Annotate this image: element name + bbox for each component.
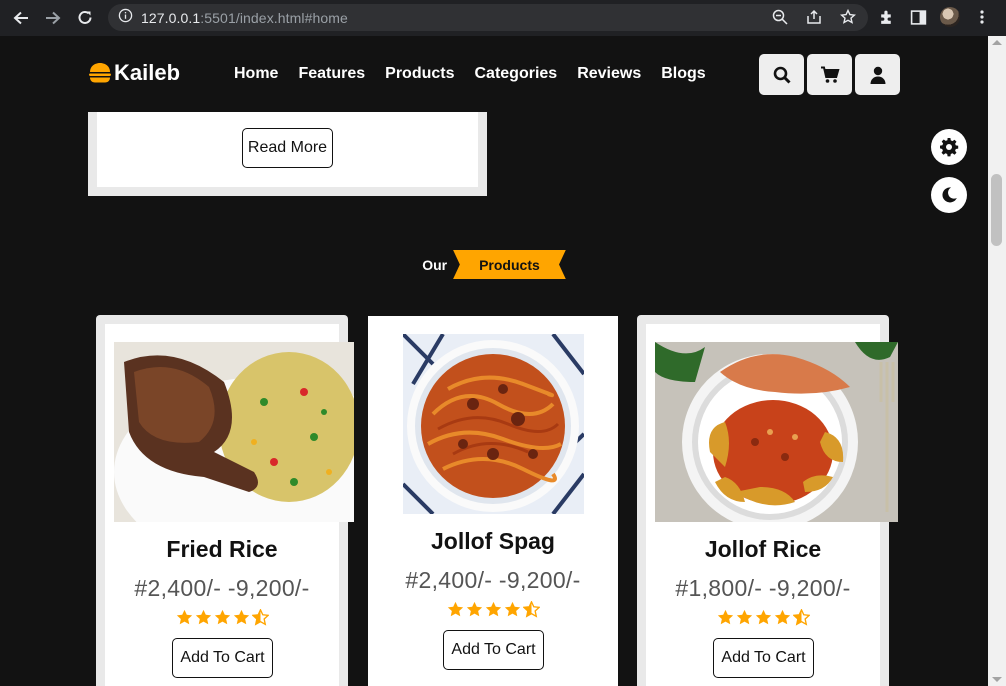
- url-text: 127.0.0.1:5501/index.html#home: [141, 10, 348, 26]
- star-icon: [755, 609, 771, 625]
- scroll-up-icon[interactable]: [992, 40, 1002, 45]
- scroll-down-icon[interactable]: [992, 677, 1002, 682]
- info-icon[interactable]: [118, 8, 133, 28]
- address-bar[interactable]: 127.0.0.1:5501/index.html#home: [108, 4, 868, 31]
- product-rating: [646, 609, 880, 626]
- url-path: :5501/index.html#home: [200, 9, 348, 26]
- add-to-cart-button[interactable]: Add To Cart: [713, 638, 814, 678]
- url-host: 127.0.0.1: [141, 9, 201, 26]
- heading-prefix: Our: [422, 256, 448, 273]
- star-icon: [774, 609, 790, 625]
- bookmark-star-icon[interactable]: [838, 7, 858, 27]
- star-icon: [466, 601, 482, 617]
- cart-button[interactable]: [807, 54, 852, 95]
- read-more-button[interactable]: Read More: [242, 128, 333, 168]
- nav-categories[interactable]: Categories: [475, 65, 558, 83]
- product-price: #1,800/- -9,200/-: [675, 575, 851, 601]
- star-icon: [717, 609, 733, 625]
- zoom-icon[interactable]: [770, 7, 790, 27]
- section-heading: Our Products: [0, 250, 988, 279]
- product-name: Jollof Spag: [431, 528, 555, 554]
- star-icon: [195, 609, 211, 625]
- back-icon[interactable]: [8, 5, 34, 31]
- page-scrollbar[interactable]: [988, 36, 1006, 686]
- add-to-cart-button[interactable]: Add To Cart: [443, 630, 544, 670]
- star-half-icon: [522, 601, 540, 618]
- brand-name: Kaileb: [114, 60, 181, 85]
- search-button[interactable]: [759, 54, 804, 95]
- menu-dots-icon[interactable]: [972, 7, 992, 27]
- cart-icon: [820, 66, 840, 83]
- product-image: [655, 342, 898, 522]
- product-price: #2,400/- -9,200/-: [405, 567, 581, 593]
- dark-mode-toggle[interactable]: [931, 177, 967, 213]
- profile-avatar[interactable]: [940, 7, 960, 27]
- page-viewport: Kaileb Home Features Products Categories…: [0, 36, 988, 686]
- star-icon: [214, 609, 230, 625]
- browser-toolbar: 127.0.0.1:5501/index.html#home: [0, 0, 1006, 36]
- extensions-icon[interactable]: [876, 7, 896, 27]
- star-icon: [176, 609, 192, 625]
- product-image: [403, 334, 584, 514]
- product-name: Jollof Rice: [704, 536, 822, 562]
- product-card: Fried Rice #2,400/- -9,200/- Add To Cart: [96, 315, 354, 686]
- product-rating: [105, 609, 339, 626]
- user-icon: [870, 66, 885, 84]
- header-actions: [759, 54, 900, 95]
- share-icon[interactable]: [804, 7, 824, 27]
- star-half-icon: [792, 609, 810, 626]
- star-icon: [447, 601, 463, 617]
- side-panel-icon[interactable]: [908, 7, 928, 27]
- scroll-thumb[interactable]: [991, 174, 1002, 246]
- nav-products[interactable]: Products: [385, 65, 454, 83]
- add-to-cart-button[interactable]: Add To Cart: [172, 638, 273, 678]
- logo[interactable]: Kaileb: [88, 60, 180, 86]
- star-icon: [233, 609, 249, 625]
- star-half-icon: [251, 609, 269, 626]
- product-card: Jollof Rice #1,800/- -9,200/- Add To Car…: [637, 315, 898, 686]
- main-nav: Home Features Products Categories Review…: [234, 65, 706, 83]
- site-header: Kaileb Home Features Products Categories…: [0, 36, 988, 112]
- product-image: [114, 342, 354, 522]
- forward-icon[interactable]: [40, 5, 66, 31]
- product-price: #2,400/- -9,200/-: [134, 575, 310, 601]
- moon-icon: [942, 187, 957, 203]
- burger-logo-icon: [89, 63, 111, 83]
- nav-home[interactable]: Home: [234, 65, 278, 83]
- heading-ribbon: Products: [453, 250, 566, 279]
- nav-features[interactable]: Features: [298, 65, 365, 83]
- blog-card: Read More: [88, 112, 487, 196]
- nav-reviews[interactable]: Reviews: [577, 65, 641, 83]
- star-icon: [485, 601, 501, 617]
- gear-icon: [940, 138, 959, 157]
- product-rating: [368, 601, 618, 618]
- reload-icon[interactable]: [72, 5, 98, 31]
- nav-blogs[interactable]: Blogs: [661, 65, 705, 83]
- user-button[interactable]: [855, 54, 900, 95]
- settings-button[interactable]: [931, 129, 967, 165]
- star-icon: [736, 609, 752, 625]
- search-icon: [773, 66, 791, 84]
- product-name: Fried Rice: [166, 536, 278, 562]
- product-card: Jollof Spag #2,400/- -9,200/- Add To Car…: [367, 315, 619, 686]
- star-icon: [504, 601, 520, 617]
